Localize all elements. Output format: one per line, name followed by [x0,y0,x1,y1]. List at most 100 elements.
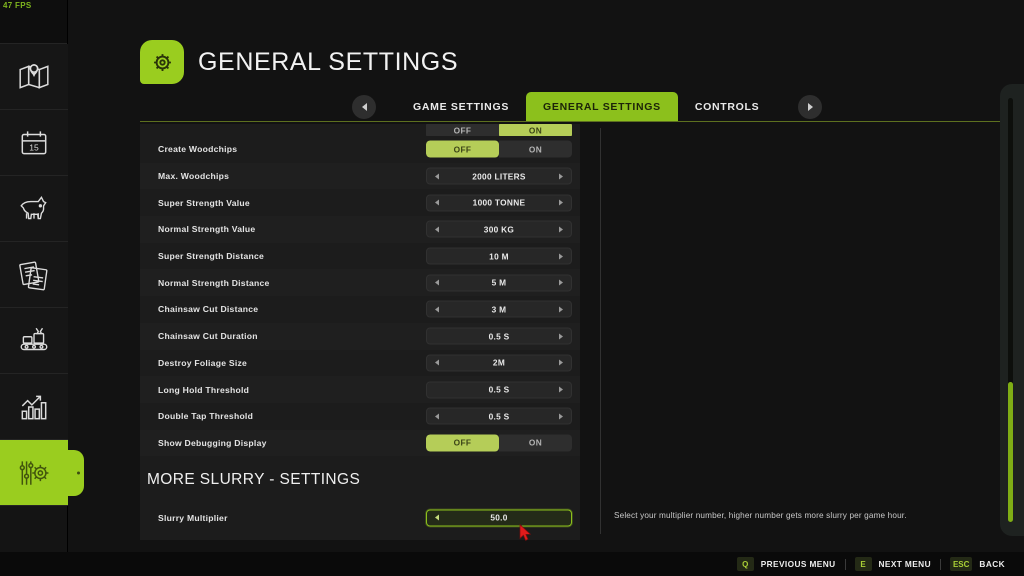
svg-text:15: 15 [29,142,39,152]
row-control[interactable]: 300 KG [426,220,572,238]
scrollbar-track[interactable] [1008,98,1013,522]
toggle-group[interactable]: OFF ON [426,140,572,158]
row-control[interactable]: 0.5 S [426,327,572,345]
hint-back[interactable]: ESC BACK [941,557,1014,571]
page-title: GENERAL SETTINGS [198,47,459,76]
row-control[interactable]: 1000 TONNE [426,194,572,212]
key-badge: Q [736,557,754,571]
value-stepper[interactable]: 2M [426,354,572,372]
sidebar-item-animals[interactable] [0,176,68,242]
value-stepper[interactable]: 3 M [426,300,572,318]
stepper-increment-icon[interactable] [559,279,563,286]
stepper-value: 0.5 S [488,384,510,395]
header-badge [140,40,184,84]
stepper-increment-icon[interactable] [559,386,563,393]
value-stepper-selected[interactable]: 50.0 [426,509,572,527]
toggle-group[interactable]: OFF ON [426,124,572,136]
bottom-hint-bar: Q PREVIOUS MENU E NEXT MENU ESC BACK [0,552,1024,576]
row-control[interactable]: 2000 LITERS [426,167,572,185]
table-row[interactable]: Slurry Multiplier 50.0 [140,504,580,531]
table-row[interactable]: Super Strength Distance 10 M [140,242,580,270]
table-row[interactable]: Create Woodchips OFF ON [140,136,580,163]
row-control[interactable]: 2M [426,354,572,372]
row-label: Double Tap Threshold [158,411,254,422]
hint-next-menu[interactable]: E NEXT MENU [846,557,940,571]
sidebar-item-settings[interactable] [0,440,84,506]
settings-scroll-area[interactable]: OFF ON Create Woodchips OFF ON Max. Wood… [140,124,1000,540]
table-row[interactable]: Chainsaw Cut Distance 3 M [140,296,580,323]
stepper-increment-icon[interactable] [559,306,563,313]
stepper-value: 2000 LITERS [472,171,526,182]
table-row[interactable]: Show Debugging Display OFF ON [140,429,580,457]
sidebar-active-tab-marker [68,449,84,496]
toggle-option-on[interactable]: ON [499,434,572,452]
table-row[interactable]: Destroy Foliage Size 2M [140,349,580,377]
stepper-decrement-icon[interactable] [435,306,439,313]
tab-next-button[interactable] [798,95,823,119]
scrollbar[interactable] [1000,84,1024,536]
stepper-increment-icon[interactable] [559,413,563,420]
sidebar-item-production[interactable] [0,308,68,374]
stepper-increment-icon[interactable] [559,173,563,180]
value-stepper[interactable]: 0.5 S [426,327,572,345]
hint-previous-menu[interactable]: Q PREVIOUS MENU [728,557,845,571]
value-stepper[interactable]: 1000 TONNE [426,194,572,212]
tab-game-settings[interactable]: GAME SETTINGS [396,92,526,121]
sidebar-item-calendar[interactable]: 15 [0,110,68,176]
table-row[interactable]: Long Hold Threshold 0.5 S [140,376,580,403]
stepper-decrement-icon[interactable] [435,413,439,420]
value-stepper[interactable]: 0.5 S [426,381,572,399]
toggle-group[interactable]: OFF ON [426,434,572,452]
section-title: MORE SLURRY - SETTINGS [147,471,361,489]
row-control[interactable]: 0.5 S [426,381,572,399]
sidebar-item-map[interactable] [0,44,68,110]
table-row[interactable]: Super Strength Value 1000 TONNE [140,189,580,217]
row-control[interactable]: 0.5 S [426,407,572,425]
stepper-decrement-icon[interactable] [435,514,439,521]
sidebar-item-statistics[interactable] [0,374,68,440]
hint-label: NEXT MENU [878,559,931,569]
sidebar-item-contracts[interactable] [0,242,68,308]
row-control[interactable]: 3 M [426,300,572,318]
table-row[interactable]: Double Tap Threshold 0.5 S [140,402,580,430]
value-stepper[interactable]: 5 M [426,274,572,292]
table-row[interactable]: OFF ON [140,124,580,136]
row-control[interactable]: 5 M [426,274,572,292]
value-stepper[interactable]: 0.5 S [426,407,572,425]
table-row[interactable]: Normal Strength Distance 5 M [140,269,580,297]
stepper-increment-icon[interactable] [559,359,563,366]
toggle-option-off[interactable]: OFF [426,124,499,136]
fps-counter: 47 FPS [3,1,32,10]
stepper-decrement-icon[interactable] [435,199,439,206]
stepper-decrement-icon[interactable] [435,226,439,233]
row-control[interactable]: OFF ON [426,140,572,158]
row-control[interactable]: OFF ON [426,124,572,136]
tab-general-settings[interactable]: GENERAL SETTINGS [526,92,678,121]
tab-prev-button[interactable] [352,95,376,119]
row-label: Show Debugging Display [158,437,267,448]
toggle-option-off[interactable]: OFF [426,140,499,158]
scrollbar-thumb[interactable] [1008,382,1013,522]
value-stepper[interactable]: 2000 LITERS [426,167,572,185]
stepper-increment-icon[interactable] [559,226,563,233]
stepper-decrement-icon[interactable] [435,173,439,180]
stepper-increment-icon[interactable] [559,199,563,206]
stepper-increment-icon[interactable] [559,253,563,260]
value-stepper[interactable]: 10 M [426,247,572,265]
value-stepper[interactable]: 300 KG [426,220,572,238]
stepper-increment-icon[interactable] [559,333,563,340]
table-row[interactable]: Max. Woodchips 2000 LITERS [140,162,580,190]
toggle-option-on[interactable]: ON [499,124,572,136]
stepper-value: 0.5 S [488,411,510,422]
settings-list: OFF ON Create Woodchips OFF ON Max. Wood… [140,124,580,540]
table-row[interactable]: Normal Strength Value 300 KG [140,216,580,243]
row-control[interactable]: 50.0 [426,509,572,527]
stepper-decrement-icon[interactable] [435,359,439,366]
toggle-option-off[interactable]: OFF [426,434,499,452]
tab-controls[interactable]: CONTROLS [678,92,777,121]
stepper-decrement-icon[interactable] [435,279,439,286]
row-control[interactable]: 10 M [426,247,572,265]
table-row[interactable]: Chainsaw Cut Duration 0.5 S [140,322,580,350]
row-control[interactable]: OFF ON [426,434,572,452]
toggle-option-on[interactable]: ON [499,140,572,158]
